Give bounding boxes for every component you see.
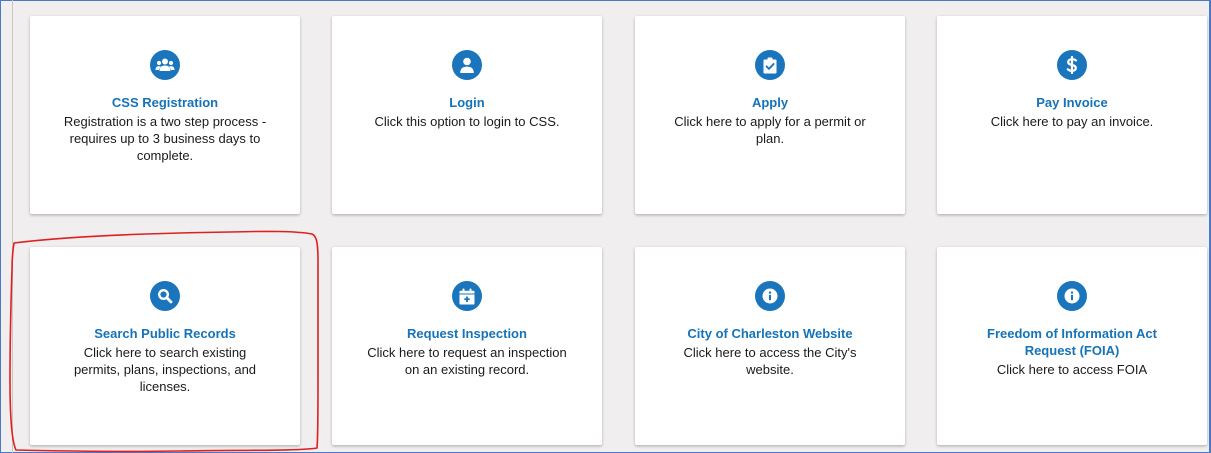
card-foia-request[interactable]: Freedom of Information Act Request (FOIA… [937,247,1207,445]
card-description: Click here to apply for a permit or plan… [674,114,866,146]
card-pay-invoice[interactable]: Pay Invoice Click here to pay an invoice… [937,16,1207,214]
card-description: Registration is a two step process - req… [63,114,267,163]
card-city-website[interactable]: City of Charleston Website Click here to… [635,247,905,445]
card-description: Click here to request an inspection on a… [367,345,567,377]
card-title[interactable]: Search Public Records [30,325,300,342]
card-login[interactable]: Login Click this option to login to CSS. [332,16,602,214]
card-description: Click this option to login to CSS. [374,114,560,129]
dollar-icon [1057,50,1087,80]
card-title[interactable]: Login [332,94,602,111]
users-icon [150,50,180,80]
card-title[interactable]: Request Inspection [332,325,602,342]
card-title[interactable]: Freedom of Information Act Request (FOIA… [937,325,1207,359]
card-title[interactable]: Pay Invoice [937,94,1207,111]
user-icon [452,50,482,80]
card-title[interactable]: Apply [635,94,905,111]
card-title[interactable]: City of Charleston Website [635,325,905,342]
clipboard-check-icon [755,50,785,80]
search-icon [150,281,180,311]
card-request-inspection[interactable]: Request Inspection Click here to request… [332,247,602,445]
card-search-public-records[interactable]: Search Public Records Click here to sear… [30,247,300,445]
card-description: Click here to access the City's website. [683,345,857,377]
card-apply[interactable]: Apply Click here to apply for a permit o… [635,16,905,214]
card-description: Click here to access FOIA [996,362,1148,377]
left-divider [12,0,13,453]
calendar-plus-icon [452,281,482,311]
info-icon [755,281,785,311]
card-title[interactable]: CSS Registration [30,94,300,111]
card-css-registration[interactable]: CSS Registration Registration is a two s… [30,16,300,214]
info-icon [1057,281,1087,311]
card-description: Click here to search existing permits, p… [73,345,257,394]
card-description: Click here to pay an invoice. [990,114,1154,129]
